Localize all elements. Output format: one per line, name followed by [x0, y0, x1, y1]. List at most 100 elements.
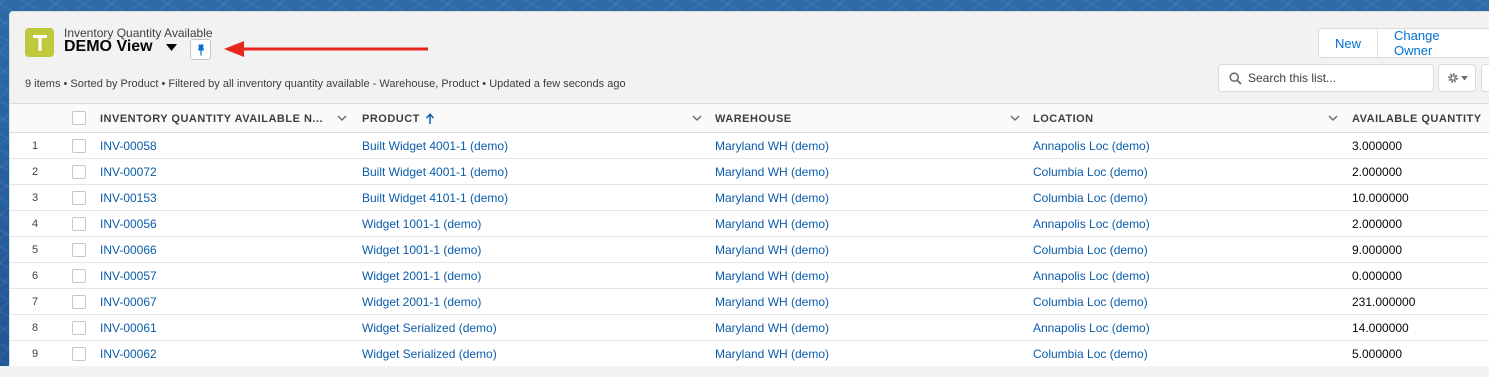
product-link[interactable]: Widget Serialized (demo): [362, 341, 497, 367]
location-link[interactable]: Annapolis Loc (demo): [1033, 315, 1150, 341]
location-link[interactable]: Columbia Loc (demo): [1033, 341, 1148, 367]
search-icon: [1229, 71, 1242, 85]
warehouse-link[interactable]: Maryland WH (demo): [715, 159, 829, 185]
list-meta-info: 9 items • Sorted by Product • Filtered b…: [25, 78, 626, 90]
column-header-name[interactable]: INVENTORY QUANTITY AVAILABLE N...: [100, 104, 323, 133]
location-link[interactable]: Annapolis Loc (demo): [1033, 211, 1150, 237]
row-checkbox[interactable]: [72, 269, 86, 283]
table-header: INVENTORY QUANTITY AVAILABLE N... PRODUC…: [10, 104, 1489, 133]
row-checkbox[interactable]: [72, 139, 86, 153]
product-link[interactable]: Widget 1001-1 (demo): [362, 211, 481, 237]
table-row: 1 INV-00058 Built Widget 4001-1 (demo) M…: [10, 133, 1489, 159]
row-number: 8: [31, 322, 39, 334]
column-menu-chevron-icon[interactable]: [1009, 112, 1021, 124]
product-link[interactable]: Widget 1001-1 (demo): [362, 237, 481, 263]
available-quantity-value: 14.000000: [1352, 321, 1409, 335]
table-row: 5 INV-00066 Widget 1001-1 (demo) Marylan…: [10, 237, 1489, 263]
list-view-card: Inventory Quantity Available DEMO View 9…: [9, 11, 1489, 377]
record-name-link[interactable]: INV-00058: [100, 133, 157, 159]
warehouse-link[interactable]: Maryland WH (demo): [715, 237, 829, 263]
available-quantity-value: 0.000000: [1352, 269, 1403, 283]
location-link[interactable]: Columbia Loc (demo): [1033, 159, 1148, 185]
warehouse-link[interactable]: Maryland WH (demo): [715, 185, 829, 211]
pin-list-view-button[interactable]: [190, 39, 211, 60]
list-header: Inventory Quantity Available DEMO View 9…: [10, 12, 1489, 104]
object-icon: [25, 28, 54, 57]
row-number: 1: [31, 140, 39, 152]
record-name-link[interactable]: INV-00062: [100, 341, 157, 367]
available-quantity-value: 10.000000: [1352, 191, 1409, 205]
row-number: 9: [31, 348, 39, 360]
change-owner-button[interactable]: Change Owner: [1378, 28, 1489, 58]
warehouse-link[interactable]: Maryland WH (demo): [715, 211, 829, 237]
search-placeholder: Search this list...: [1248, 71, 1337, 85]
row-number: 2: [31, 166, 39, 178]
row-checkbox[interactable]: [72, 321, 86, 335]
record-name-link[interactable]: INV-00057: [100, 263, 157, 289]
available-quantity-value: 5.000000: [1352, 347, 1403, 361]
list-settings-button[interactable]: [1438, 64, 1476, 92]
select-all-checkbox[interactable]: [72, 111, 86, 125]
product-link[interactable]: Widget 2001-1 (demo): [362, 289, 481, 315]
warehouse-link[interactable]: Maryland WH (demo): [715, 133, 829, 159]
display-as-button[interactable]: [1481, 64, 1489, 92]
view-switcher-caret-icon[interactable]: [165, 42, 178, 53]
column-header-product-label: PRODUCT: [362, 112, 420, 125]
table-row: 6 INV-00057 Widget 2001-1 (demo) Marylan…: [10, 263, 1489, 289]
table-row: 8 INV-00061 Widget Serialized (demo) Mar…: [10, 315, 1489, 341]
header-actions: New Change Owner: [1318, 28, 1489, 58]
record-name-link[interactable]: INV-00072: [100, 159, 157, 185]
warehouse-link[interactable]: Maryland WH (demo): [715, 263, 829, 289]
warehouse-link[interactable]: Maryland WH (demo): [715, 289, 829, 315]
search-list-input[interactable]: Search this list...: [1218, 64, 1434, 92]
product-link[interactable]: Widget Serialized (demo): [362, 315, 497, 341]
location-link[interactable]: Columbia Loc (demo): [1033, 237, 1148, 263]
table-body: 1 INV-00058 Built Widget 4001-1 (demo) M…: [10, 133, 1489, 367]
row-checkbox[interactable]: [72, 243, 86, 257]
record-name-link[interactable]: INV-00056: [100, 211, 157, 237]
product-link[interactable]: Built Widget 4101-1 (demo): [362, 185, 508, 211]
table-row: 9 INV-00062 Widget Serialized (demo) Mar…: [10, 341, 1489, 367]
row-checkbox[interactable]: [72, 347, 86, 361]
column-menu-chevron-icon[interactable]: [1327, 112, 1339, 124]
warehouse-link[interactable]: Maryland WH (demo): [715, 341, 829, 367]
available-quantity-value: 231.000000: [1352, 295, 1416, 309]
location-link[interactable]: Annapolis Loc (demo): [1033, 133, 1150, 159]
record-name-link[interactable]: INV-00153: [100, 185, 157, 211]
location-link[interactable]: Columbia Loc (demo): [1033, 185, 1148, 211]
column-menu-chevron-icon[interactable]: [336, 112, 348, 124]
available-quantity-value: 3.000000: [1352, 139, 1403, 153]
location-link[interactable]: Annapolis Loc (demo): [1033, 263, 1150, 289]
row-checkbox[interactable]: [72, 295, 86, 309]
table-row: 2 INV-00072 Built Widget 4001-1 (demo) M…: [10, 159, 1489, 185]
row-number: 7: [31, 296, 39, 308]
product-link[interactable]: Built Widget 4001-1 (demo): [362, 159, 508, 185]
row-checkbox[interactable]: [72, 165, 86, 179]
column-header-product[interactable]: PRODUCT: [362, 104, 435, 133]
row-number: 6: [31, 270, 39, 282]
chevron-down-icon: [1460, 75, 1468, 80]
pin-icon: [197, 44, 204, 55]
row-checkbox[interactable]: [72, 217, 86, 231]
product-link[interactable]: Built Widget 4001-1 (demo): [362, 133, 508, 159]
annotation-arrow: [224, 41, 428, 57]
column-header-available-quantity[interactable]: AVAILABLE QUANTITY: [1352, 104, 1482, 133]
new-button[interactable]: New: [1318, 28, 1379, 58]
record-name-link[interactable]: INV-00061: [100, 315, 157, 341]
table-row: 3 INV-00153 Built Widget 4101-1 (demo) M…: [10, 185, 1489, 211]
available-quantity-value: 2.000000: [1352, 165, 1403, 179]
list-view-title[interactable]: DEMO View: [64, 38, 153, 56]
row-checkbox[interactable]: [72, 191, 86, 205]
row-number: 3: [31, 192, 39, 204]
warehouse-link[interactable]: Maryland WH (demo): [715, 315, 829, 341]
location-link[interactable]: Columbia Loc (demo): [1033, 289, 1148, 315]
column-header-warehouse[interactable]: WAREHOUSE: [715, 104, 792, 133]
record-name-link[interactable]: INV-00066: [100, 237, 157, 263]
available-quantity-value: 2.000000: [1352, 217, 1403, 231]
column-header-location[interactable]: LOCATION: [1033, 104, 1094, 133]
column-menu-chevron-icon[interactable]: [691, 112, 703, 124]
records-table: INVENTORY QUANTITY AVAILABLE N... PRODUC…: [10, 104, 1489, 367]
sort-ascending-icon: [425, 112, 434, 124]
product-link[interactable]: Widget 2001-1 (demo): [362, 263, 481, 289]
record-name-link[interactable]: INV-00067: [100, 289, 157, 315]
